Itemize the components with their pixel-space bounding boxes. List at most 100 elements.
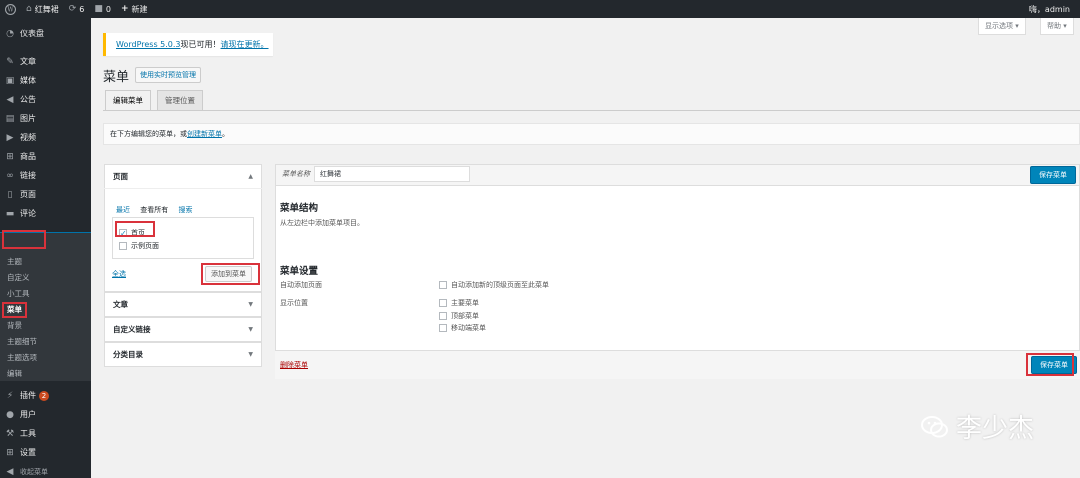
sidebar-bottom-item-0[interactable]: ⚡ 插件 2: [0, 386, 91, 405]
tab-view-all[interactable]: 查看所有: [140, 206, 168, 214]
auto-add-label: 自动添加页面: [280, 281, 322, 289]
highlight-save-button: [1026, 353, 1074, 376]
sidebar-bottom-item-3[interactable]: ⊞ 设置: [0, 443, 91, 462]
video-icon: ▶: [6, 132, 14, 143]
dashboard-icon: ◔: [6, 28, 14, 39]
checkbox[interactable]: [119, 242, 127, 250]
tab-recent[interactable]: 最近: [116, 206, 130, 214]
highlight-home-page: [115, 221, 155, 237]
collapse-icon: ◀: [6, 466, 14, 477]
accordion-posts-header[interactable]: 文章 ▼: [105, 293, 261, 317]
sidebar-item-6[interactable]: ⊞ 商品: [0, 147, 91, 166]
user-icon: ●: [6, 409, 14, 420]
menu-name-label: 菜单名称: [282, 170, 310, 178]
appearance-sub-item-5[interactable]: 主题细节: [7, 334, 37, 350]
comment-bubble-icon: ■: [94, 4, 103, 14]
wp-logo-icon[interactable]: W: [0, 0, 21, 18]
tab-search[interactable]: 搜索: [178, 206, 192, 214]
menu-name-input[interactable]: 红舞裙: [314, 166, 470, 182]
menu-edit-panel: [275, 164, 1080, 379]
media-icon: ▣: [5, 75, 15, 86]
watermark: 李少杰: [920, 408, 1034, 445]
sidebar-item-9[interactable]: ▬ 评论: [0, 204, 91, 223]
location-mobile[interactable]: 移动端菜单: [439, 323, 486, 333]
accordion-custom-links-header[interactable]: 自定义链接 ▼: [105, 318, 261, 342]
appearance-sub-item-1[interactable]: 自定义: [7, 270, 30, 286]
megaphone-icon: ◀: [6, 94, 14, 105]
checkbox[interactable]: [439, 299, 447, 307]
location-top[interactable]: 顶部菜单: [439, 311, 479, 321]
appearance-sub-item-2[interactable]: 小工具: [7, 286, 30, 302]
update-now-link[interactable]: 请现在更新。: [221, 40, 269, 49]
accordion-posts: 文章 ▼: [104, 292, 262, 317]
live-preview-button[interactable]: 使用实时预览管理: [135, 67, 201, 83]
sidebar-item-8[interactable]: ▯ 页面: [0, 185, 91, 204]
save-menu-button-top[interactable]: 保存菜单: [1030, 166, 1076, 184]
appearance-sub-item-4[interactable]: 背景: [7, 318, 22, 334]
plus-icon: +: [120, 4, 129, 14]
update-notice: WordPress 5.0.3现已可用！请现在更新。: [103, 33, 273, 56]
arrow-down-icon: ▼: [248, 351, 253, 358]
highlight-menu-sub: [2, 302, 27, 318]
page-icon: ▯: [7, 189, 13, 200]
wp-version-link[interactable]: WordPress 5.0.3: [116, 40, 181, 49]
appearance-sub-item-0[interactable]: 主题: [7, 254, 22, 270]
list-item[interactable]: 示例页面: [119, 240, 159, 252]
comment-icon: ▬: [5, 208, 15, 219]
delete-menu-link[interactable]: 删除菜单: [280, 360, 308, 370]
sidebar-item-3[interactable]: ◀ 公告: [0, 90, 91, 109]
highlight-appearance: [2, 230, 46, 249]
home-icon: ⌂: [26, 4, 32, 14]
wrench-icon: ⚒: [5, 428, 15, 439]
appearance-sub-item-7[interactable]: 编辑: [7, 366, 22, 382]
select-all-link[interactable]: 全选: [112, 269, 126, 279]
checkbox[interactable]: [439, 281, 447, 289]
screen-options-button[interactable]: 显示选项 ▾: [978, 18, 1026, 35]
menu-structure-desc: 从左边栏中添加菜单项目。: [280, 219, 364, 227]
new-content-link[interactable]: + 新建: [116, 0, 153, 18]
tab-manage-locations[interactable]: 管理位置: [157, 90, 203, 110]
link-icon: ∞: [6, 170, 14, 181]
location-primary[interactable]: 主要菜单: [439, 298, 479, 308]
updates-link[interactable]: ⟳ 6: [64, 0, 90, 18]
create-new-menu-link[interactable]: 创建新菜单: [187, 130, 222, 138]
checkbox[interactable]: [439, 312, 447, 320]
tab-divider: [103, 110, 1080, 111]
display-location-label: 显示位置: [280, 299, 308, 307]
page-title: 菜单: [103, 70, 130, 85]
sidebar-bottom-item-1[interactable]: ● 用户: [0, 405, 91, 424]
sidebar-bottom-item-2[interactable]: ⚒ 工具: [0, 424, 91, 443]
sidebar-item-2[interactable]: ▣ 媒体: [0, 71, 91, 90]
accordion-custom-links: 自定义链接 ▼: [104, 317, 262, 342]
arrow-down-icon: ▼: [248, 326, 253, 333]
sidebar-item-7[interactable]: ∞ 链接: [0, 166, 91, 185]
sidebar-item-0[interactable]: ◔ 仪表盘: [0, 24, 91, 43]
checkbox[interactable]: [439, 324, 447, 332]
tab-edit-menus[interactable]: 编辑菜单: [105, 90, 151, 110]
site-name-link[interactable]: ⌂ 红舞裙: [21, 0, 64, 18]
accordion-categories-header[interactable]: 分类目录 ▼: [105, 343, 261, 367]
menu-structure-title: 菜单结构: [280, 203, 319, 214]
sidebar-bottom-item-4[interactable]: ◀ 收起菜单: [0, 462, 91, 478]
settings-icon: ⊞: [6, 447, 14, 458]
svg-text:W: W: [7, 6, 14, 13]
account-menu[interactable]: 嗨，admin: [1024, 0, 1080, 18]
menu-footer: [275, 350, 1080, 379]
plugin-icon: ⚡: [6, 390, 14, 401]
arrow-up-icon: ▲: [248, 173, 253, 180]
sidebar-item-5[interactable]: ▶ 视频: [0, 128, 91, 147]
pages-inner-tabs: 最近 查看所有 搜索: [116, 205, 200, 215]
sidebar-item-4[interactable]: ▤ 图片: [0, 109, 91, 128]
manage-menus-bar: 在下方编辑您的菜单，或创建新菜单。: [103, 123, 1080, 145]
admin-bar: W ⌂ 红舞裙 ⟳ 6 ■ 0 + 新建 嗨，admin: [0, 0, 1080, 18]
updates-icon: ⟳: [68, 4, 77, 14]
help-button[interactable]: 帮助 ▾: [1040, 18, 1074, 35]
sidebar-item-1[interactable]: ✎ 文章: [0, 52, 91, 71]
appearance-sub-item-6[interactable]: 主题选项: [7, 350, 37, 366]
pin-icon: ✎: [6, 56, 14, 67]
comments-link[interactable]: ■ 0: [89, 0, 116, 18]
menu-settings-title: 菜单设置: [280, 266, 319, 277]
update-count-badge: 2: [39, 390, 49, 401]
accordion-pages-header[interactable]: 页面 ▲: [105, 165, 261, 189]
auto-add-option[interactable]: 自动添加新的顶级页面至此菜单: [439, 280, 549, 290]
